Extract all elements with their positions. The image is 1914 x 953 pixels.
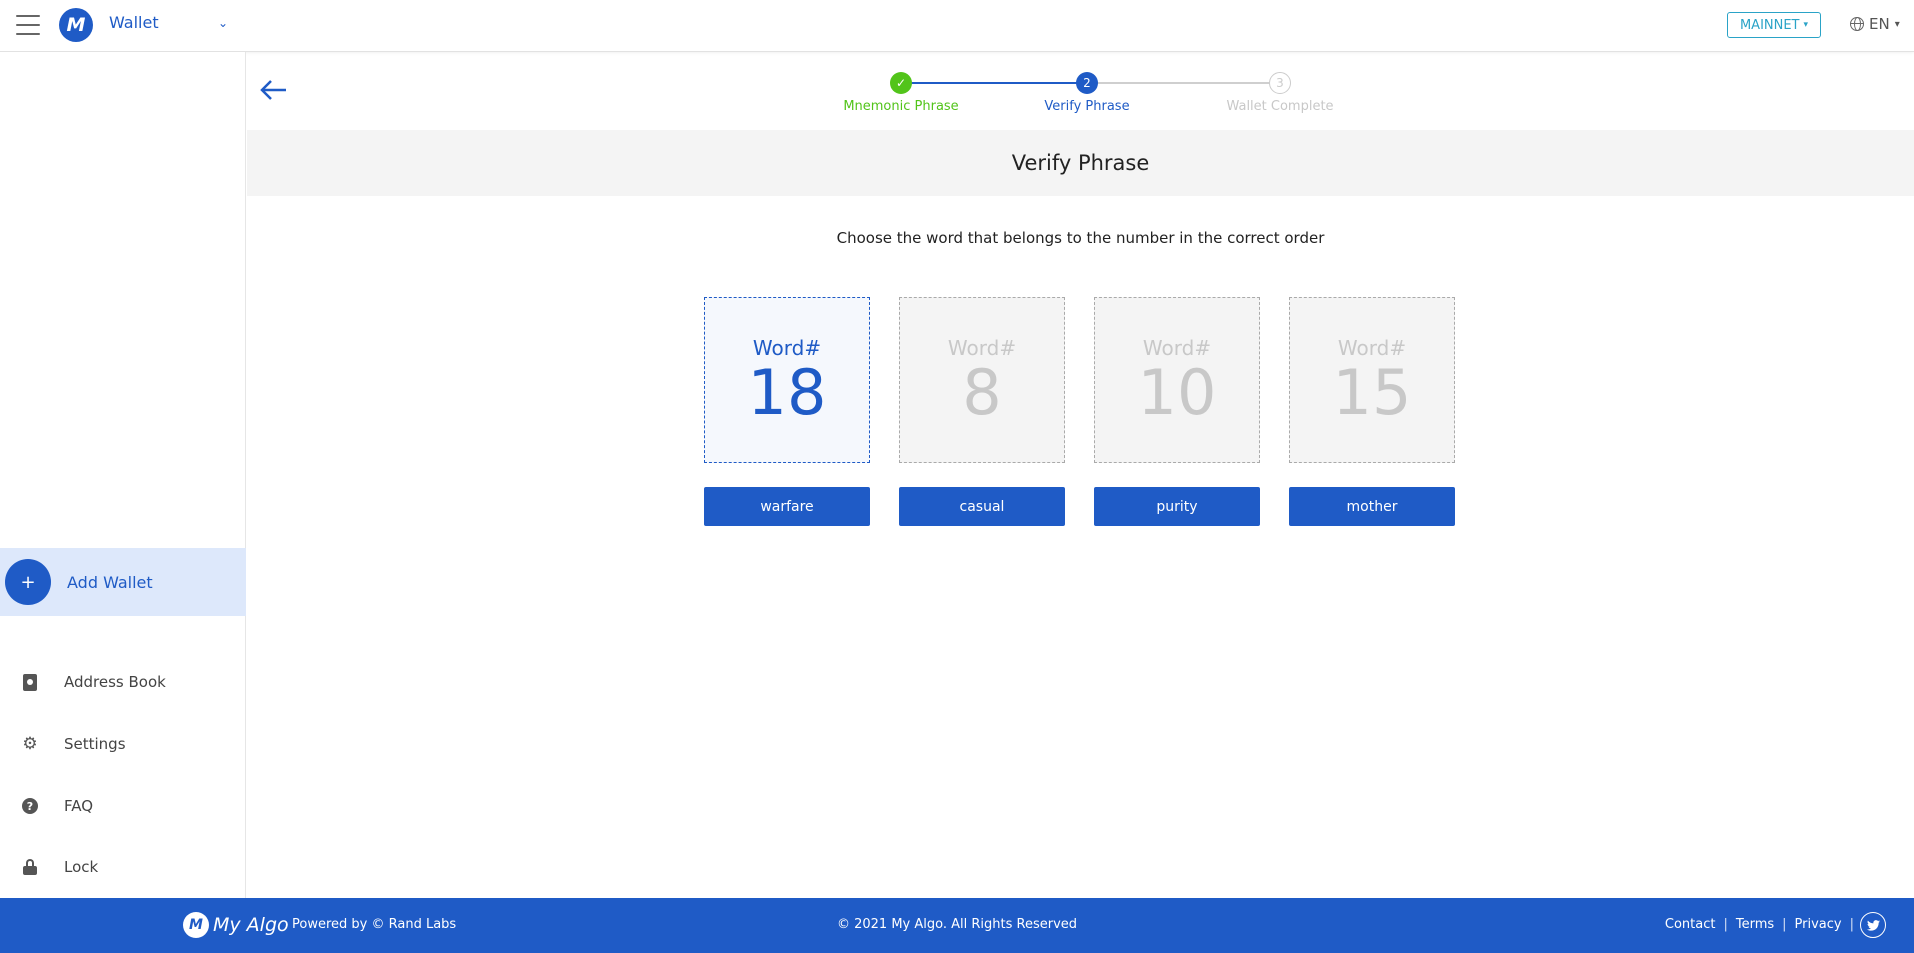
- sidebar-item-settings[interactable]: ⚙ Settings: [0, 722, 246, 766]
- footer-link-terms[interactable]: Terms: [1736, 917, 1774, 932]
- sidebar-item-label: FAQ: [64, 797, 94, 815]
- word-card-4: Word# 15: [1289, 297, 1455, 463]
- globe-icon: [1850, 17, 1864, 31]
- wallet-title: Wallet: [109, 13, 159, 32]
- page-header: Verify Phrase: [247, 130, 1914, 196]
- add-wallet-button[interactable]: + Add Wallet: [0, 548, 246, 616]
- word-card-3: Word# 10: [1094, 297, 1260, 463]
- check-icon: ✓: [890, 72, 912, 94]
- wallet-chevron-down-icon[interactable]: ⌄: [218, 16, 228, 30]
- language-label: EN: [1869, 15, 1890, 33]
- step-verify-phrase: 2 Verify Phrase: [1022, 72, 1152, 114]
- step-wallet-complete: 3 Wallet Complete: [1210, 72, 1350, 114]
- page-title: Verify Phrase: [1011, 151, 1150, 175]
- network-label: MAINNET: [1739, 17, 1800, 33]
- network-select[interactable]: MAINNET ▾: [1727, 12, 1821, 38]
- sidebar-item-faq[interactable]: ? FAQ: [0, 784, 246, 828]
- word-choice-button[interactable]: mother: [1289, 487, 1455, 526]
- back-arrow-icon[interactable]: [258, 75, 290, 105]
- sidebar-item-label: Address Book: [64, 673, 166, 691]
- word-card-number: 15: [1332, 356, 1412, 429]
- sidebar: + Add Wallet Address Book ⚙ Settings ? F…: [0, 52, 246, 898]
- word-card-number: 10: [1137, 356, 1217, 429]
- word-choice-button[interactable]: purity: [1094, 487, 1260, 526]
- word-choice-button[interactable]: casual: [899, 487, 1065, 526]
- step-number: 2: [1076, 72, 1098, 94]
- word-card-1: Word# 18: [704, 297, 870, 463]
- footer-link-contact[interactable]: Contact: [1665, 917, 1716, 932]
- sidebar-item-label: Settings: [64, 735, 126, 753]
- word-card-number: 18: [747, 356, 827, 429]
- step-label: Mnemonic Phrase: [843, 99, 959, 114]
- twitter-icon[interactable]: [1860, 912, 1886, 938]
- question-icon: ?: [22, 798, 38, 814]
- sidebar-item-address-book[interactable]: Address Book: [0, 660, 246, 704]
- plus-icon: +: [5, 559, 51, 605]
- step-label: Wallet Complete: [1226, 99, 1334, 114]
- language-select[interactable]: EN ▾: [1850, 15, 1900, 33]
- add-wallet-label: Add Wallet: [67, 572, 153, 592]
- step-number: 3: [1269, 72, 1291, 94]
- footer-copyright: © 2021 My Algo. All Rights Reserved: [836, 917, 1078, 932]
- chevron-down-icon: ▾: [1803, 20, 1809, 30]
- sidebar-item-lock[interactable]: Lock: [0, 845, 246, 889]
- top-bar: M Wallet ⌄ MAINNET ▾ EN ▾: [0, 0, 1914, 52]
- chevron-down-icon: ▾: [1894, 18, 1900, 30]
- progress-stepper: ✓ Mnemonic Phrase 2 Verify Phrase 3 Wall…: [840, 72, 1360, 122]
- step-label: Verify Phrase: [1044, 99, 1130, 114]
- word-card-2: Word# 8: [899, 297, 1065, 463]
- address-book-icon: [23, 673, 37, 691]
- sidebar-item-label: Lock: [64, 858, 99, 876]
- instruction-text: Choose the word that belongs to the numb…: [836, 229, 1325, 247]
- footer-links: Contact | Terms | Privacy |: [1664, 917, 1854, 932]
- word-card-number: 8: [962, 356, 1002, 429]
- hamburger-menu-icon[interactable]: [16, 15, 40, 37]
- app-logo: M: [59, 8, 93, 42]
- footer-link-privacy[interactable]: Privacy: [1795, 917, 1842, 932]
- gear-icon: ⚙: [22, 733, 38, 754]
- word-choice-button[interactable]: warfare: [704, 487, 870, 526]
- step-mnemonic-phrase: ✓ Mnemonic Phrase: [836, 72, 966, 114]
- lock-icon: [23, 859, 37, 875]
- footer: M My Algo Powered by © Rand Labs © 2021 …: [0, 898, 1914, 953]
